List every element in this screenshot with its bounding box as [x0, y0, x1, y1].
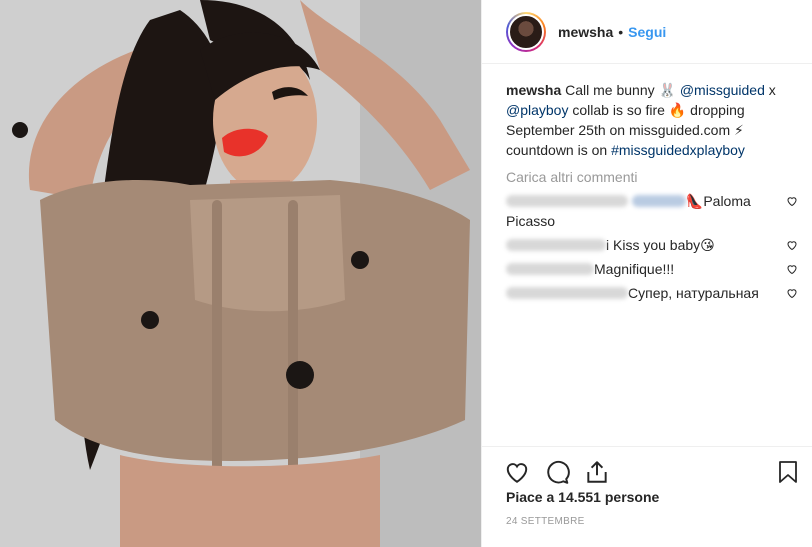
post-sidebar: mewsha • Segui mewsha Call me bunny 🐰 @m… — [481, 0, 812, 547]
comment-username[interactable] — [506, 263, 594, 275]
heart-icon[interactable] — [786, 239, 798, 251]
comment-icon[interactable] — [544, 459, 570, 485]
load-more-comments[interactable]: Carica altri commenti — [506, 167, 806, 187]
comment-row: i Kiss you baby😘 — [506, 235, 798, 255]
post-actions — [482, 446, 812, 484]
action-bar — [504, 459, 800, 487]
comment-row: Magnifique!!! — [506, 259, 798, 279]
caption-text: Call me bunny 🐰 — [561, 82, 680, 98]
mention-link[interactable]: @missguided — [680, 82, 765, 98]
heart-icon[interactable] — [786, 195, 798, 207]
post-photo[interactable] — [0, 0, 481, 547]
post-date[interactable]: 24 settembre — [506, 516, 585, 527]
header-username[interactable]: mewsha — [558, 24, 613, 40]
comment-text: Супер, натуральная — [628, 285, 759, 301]
avatar-image — [508, 13, 544, 50]
post-header: mewsha • Segui — [482, 0, 812, 64]
caption: mewsha Call me bunny 🐰 @missguided x @pl… — [506, 80, 806, 160]
comment-text: Magnifique!!! — [594, 261, 675, 277]
comment-username[interactable] — [506, 287, 628, 299]
likes-count[interactable]: Piace a 14.551 persone — [506, 489, 659, 505]
heart-icon[interactable] — [786, 287, 798, 299]
heart-icon[interactable] — [786, 263, 798, 275]
mention-link[interactable] — [631, 195, 686, 207]
post-image — [0, 0, 481, 547]
bookmark-icon[interactable] — [776, 459, 800, 485]
heart-icon[interactable] — [504, 459, 530, 485]
comment-username[interactable] — [506, 195, 628, 207]
header-separator: • — [618, 23, 624, 40]
avatar[interactable] — [506, 11, 546, 52]
comment-text: i Kiss you baby😘 — [606, 237, 715, 253]
comment-username[interactable] — [506, 239, 606, 251]
share-icon[interactable] — [584, 459, 610, 485]
hashtag-link[interactable]: #missguidedxplayboy — [611, 142, 745, 158]
comment-row: Супер, натуральная — [506, 283, 798, 303]
caption-text: x — [764, 82, 776, 98]
caption-username[interactable]: mewsha — [506, 82, 561, 98]
follow-button[interactable]: Segui — [628, 24, 666, 40]
mention-link[interactable]: @playboy — [506, 102, 568, 118]
comments-list: mewsha Call me bunny 🐰 @missguided x @pl… — [506, 80, 806, 303]
comment-row: 👠Paloma Picasso — [506, 191, 798, 231]
